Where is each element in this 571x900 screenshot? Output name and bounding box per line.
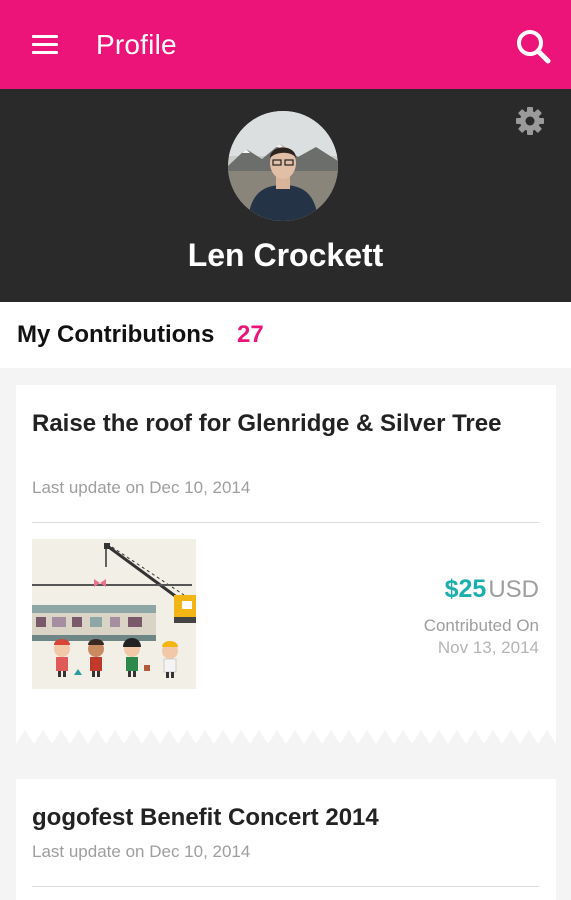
last-update-text: Last update on Dec 10, 2014 (32, 842, 251, 861)
gear-icon[interactable] (514, 105, 546, 137)
campaign-title[interactable]: Raise the roof for Glenridge & Silver Tr… (32, 409, 532, 439)
app-bar (0, 0, 571, 89)
contributed-on-label: Contributed On (423, 616, 539, 635)
contribution-card[interactable] (16, 779, 556, 900)
last-update-text: Last update on Dec 10, 2014 (32, 478, 251, 497)
avatar (228, 111, 338, 221)
card-torn-edge (16, 728, 556, 744)
campaign-thumbnail[interactable] (32, 539, 196, 689)
page-title: Profile (96, 29, 177, 60)
amount-value: $25 (444, 575, 487, 603)
divider (32, 522, 539, 523)
contributed-on-date: Nov 13, 2014 (437, 638, 539, 657)
amount-currency: USD (488, 576, 539, 603)
search-icon[interactable] (513, 26, 553, 66)
campaign-title[interactable]: gogofest Benefit Concert 2014 (32, 803, 532, 833)
hamburger-menu-icon[interactable] (32, 35, 58, 55)
contribution-amount: $25USD (445, 574, 539, 608)
contributions-label: My Contributions (17, 321, 215, 348)
divider (32, 886, 539, 887)
contributions-count: 27 (237, 321, 264, 348)
profile-name: Len Crockett (187, 237, 384, 273)
